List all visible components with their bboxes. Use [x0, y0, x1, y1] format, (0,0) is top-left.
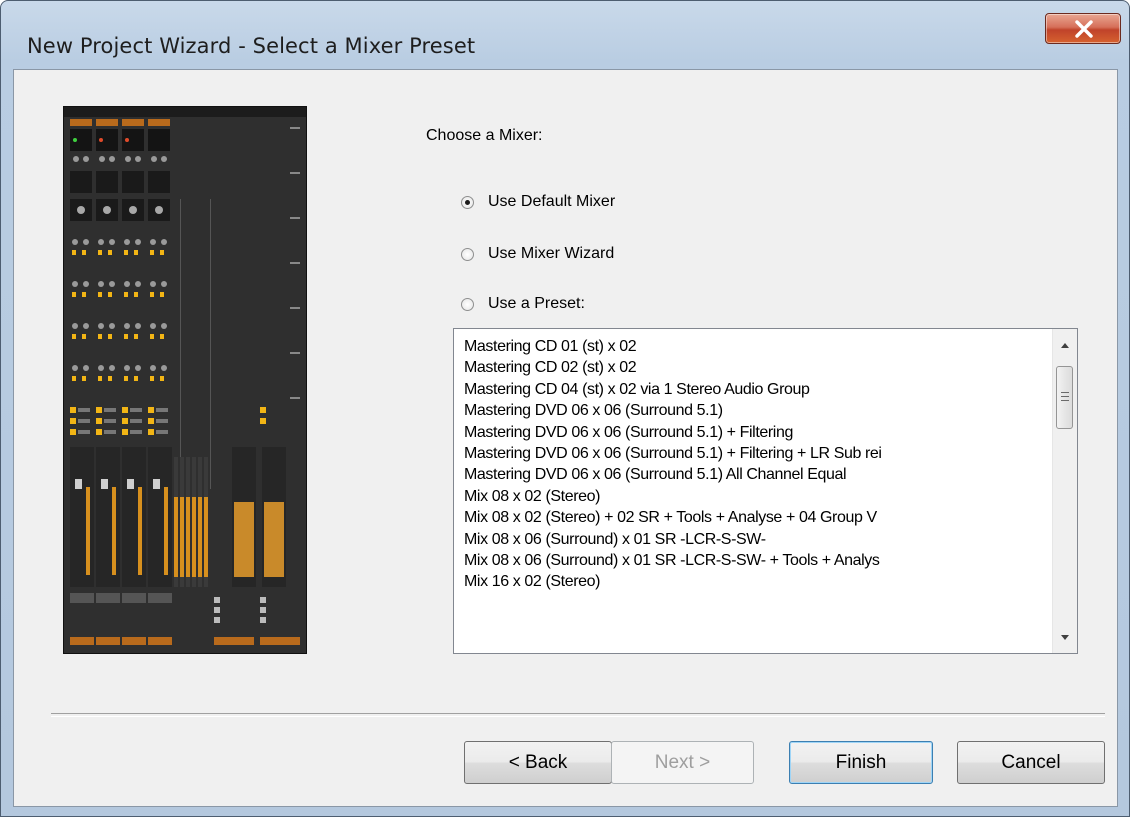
list-item[interactable]: Mastering DVD 06 x 06 (Surround 5.1) [464, 400, 1042, 421]
mixer-preview-image [63, 106, 307, 654]
list-item[interactable]: Mix 08 x 06 (Surround) x 01 SR -LCR-S-SW… [464, 550, 1042, 571]
dialog-window: New Project Wizard - Select a Mixer Pres… [0, 0, 1130, 817]
list-item[interactable]: Mastering CD 04 (st) x 02 via 1 Stereo A… [464, 379, 1042, 400]
close-button[interactable] [1045, 13, 1121, 44]
radio-button-checked[interactable] [461, 195, 474, 209]
window-title: New Project Wizard - Select a Mixer Pres… [27, 34, 476, 58]
list-item[interactable]: Mix 16 x 02 (Stereo) [464, 571, 1042, 592]
preset-listbox[interactable]: Mastering CD 01 (st) x 02 Mastering CD 0… [453, 328, 1078, 654]
scroll-thumb[interactable] [1056, 366, 1073, 429]
cancel-button[interactable]: Cancel [957, 741, 1105, 784]
list-item[interactable]: Mastering DVD 06 x 06 (Surround 5.1) All… [464, 464, 1042, 485]
finish-button[interactable]: Finish [789, 741, 933, 784]
radio-mixer-wizard[interactable]: Use Mixer Wizard [461, 242, 614, 266]
choose-mixer-label: Choose a Mixer: [426, 127, 543, 144]
radio-use-preset[interactable]: Use a Preset: [461, 292, 585, 316]
arrow-down-icon [1061, 635, 1069, 640]
radio-button[interactable] [461, 297, 474, 311]
radio-label-default-mixer[interactable]: Use Default Mixer [488, 193, 615, 211]
scroll-down-button[interactable] [1053, 625, 1077, 649]
arrow-up-icon [1061, 343, 1069, 348]
list-item[interactable]: Mix 08 x 06 (Surround) x 01 SR -LCR-S-SW… [464, 529, 1042, 550]
close-icon [1075, 20, 1093, 38]
title-bar[interactable]: New Project Wizard - Select a Mixer Pres… [1, 1, 1129, 69]
list-item[interactable]: Mix 08 x 02 (Stereo) [464, 486, 1042, 507]
list-item[interactable]: Mastering DVD 06 x 06 (Surround 5.1) + F… [464, 443, 1042, 464]
radio-default-mixer[interactable]: Use Default Mixer [461, 190, 615, 214]
radio-button[interactable] [461, 247, 474, 261]
list-item[interactable]: Mastering DVD 06 x 06 (Surround 5.1) + F… [464, 422, 1042, 443]
next-button[interactable]: Next > [611, 741, 754, 784]
preset-list: Mastering CD 01 (st) x 02 Mastering CD 0… [464, 336, 1042, 650]
back-button[interactable]: < Back [464, 741, 612, 784]
list-item[interactable]: Mastering CD 01 (st) x 02 [464, 336, 1042, 357]
scroll-up-button[interactable] [1053, 333, 1077, 357]
list-item[interactable]: Mix 08 x 02 (Stereo) + 02 SR + Tools + A… [464, 507, 1042, 528]
radio-label-mixer-wizard[interactable]: Use Mixer Wizard [488, 245, 614, 263]
vertical-scrollbar[interactable] [1052, 329, 1077, 653]
separator-line [51, 713, 1105, 717]
list-item[interactable]: Mastering CD 02 (st) x 02 [464, 357, 1042, 378]
dialog-body: Choose a Mixer: Use Default Mixer Use Mi… [13, 69, 1118, 807]
radio-label-use-preset[interactable]: Use a Preset: [488, 295, 585, 313]
